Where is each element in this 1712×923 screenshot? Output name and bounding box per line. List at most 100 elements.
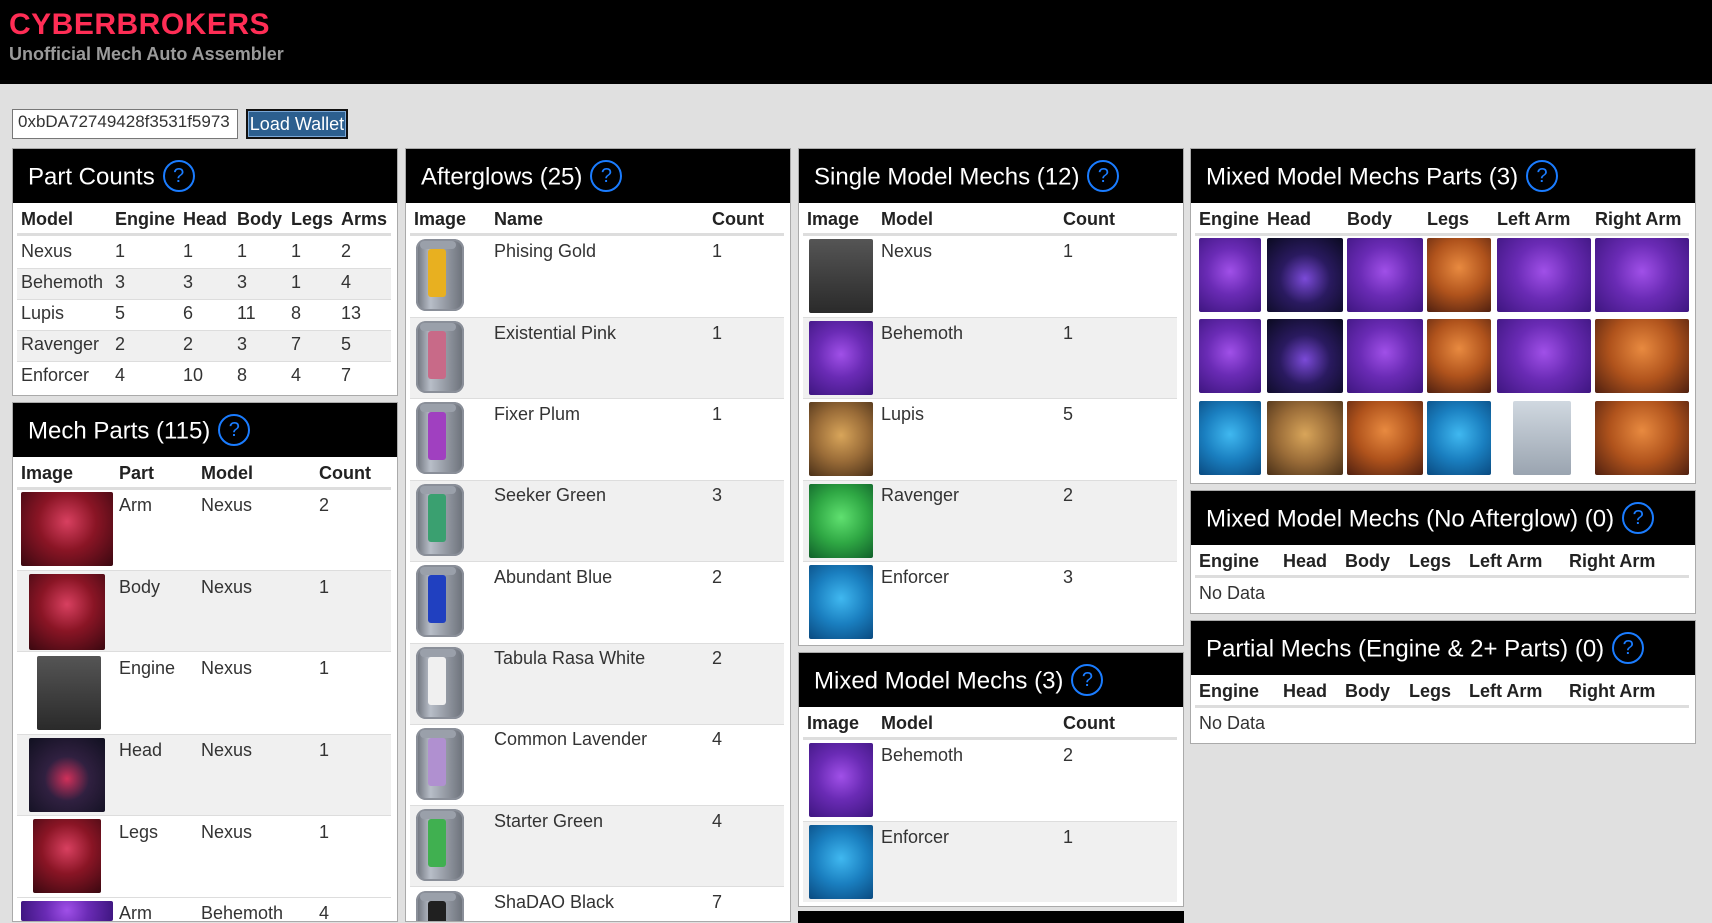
part-count: 4: [319, 903, 330, 922]
table-cell: Behemoth: [21, 272, 104, 292]
col-header: Right Arm: [1569, 551, 1656, 571]
table-cell: 2: [115, 334, 126, 354]
afterglow-image: [416, 809, 464, 881]
table-cell: 8: [237, 365, 248, 385]
table-cell: 4: [115, 365, 126, 385]
table-cell: 1: [291, 272, 302, 292]
help-icon[interactable]: ?: [218, 414, 251, 446]
left-arm-image: [1513, 401, 1571, 475]
afterglow-count: 2: [712, 648, 723, 668]
mech-image: [809, 239, 873, 313]
mech-count: 2: [1063, 485, 1074, 505]
part-count: 1: [319, 658, 330, 678]
col-header: Model: [21, 209, 73, 229]
load-wallet-button[interactable]: Load Wallet: [246, 109, 348, 139]
col-header: Part: [119, 463, 155, 483]
col-header: Count: [1063, 713, 1115, 733]
table-cell: 5: [115, 303, 126, 323]
col-header: Engine: [115, 209, 176, 229]
mixed-no-afterglow-title: Mixed Model Mechs (No Afterglow) (0): [1206, 505, 1615, 533]
col-header: Name: [494, 209, 544, 229]
right-arm-image: [1595, 238, 1689, 312]
col-header: Image: [21, 463, 74, 483]
mixed-parts-title: Mixed Model Mechs Parts (3): [1206, 163, 1519, 191]
afterglow-name: Abundant Blue: [494, 567, 613, 587]
part-model: Nexus: [201, 495, 253, 515]
help-icon[interactable]: ?: [162, 160, 195, 192]
afterglows-title: Afterglows (25): [421, 163, 583, 191]
mech-count: 1: [1063, 827, 1074, 847]
help-icon[interactable]: ?: [1622, 502, 1655, 534]
help-icon[interactable]: ?: [1612, 632, 1645, 664]
afterglow-name: Starter Green: [494, 811, 604, 831]
wallet-address-input[interactable]: 0xbDA72749428f3531f5973: [12, 109, 238, 139]
help-icon[interactable]: ?: [590, 160, 623, 192]
help-icon[interactable]: ?: [1071, 664, 1104, 696]
col-header: Image: [807, 209, 860, 229]
afterglows-panel: Afterglows (25)? Image Name Count Phisin…: [405, 148, 791, 922]
mech-count: 1: [1063, 241, 1074, 261]
table-cell: 2: [183, 334, 194, 354]
left-arm-image: [1497, 319, 1591, 393]
col-header: Body: [1345, 551, 1390, 571]
col-header: Head: [1283, 551, 1328, 571]
table-cell: 3: [237, 334, 248, 354]
part-count: 1: [319, 822, 330, 842]
afterglow-image: [416, 484, 464, 556]
body-image: [1347, 238, 1423, 312]
table-cell: 11: [237, 303, 256, 323]
single-model-mechs-panel: Single Model Mechs (12)? Image Model Cou…: [798, 148, 1184, 646]
table-cell: 8: [291, 303, 302, 323]
col-header: Engine: [1199, 681, 1260, 701]
mech-model: Nexus: [881, 241, 933, 261]
col-header: Head: [1267, 209, 1312, 229]
table-cell: 10: [183, 365, 204, 385]
mech-count: 2: [1063, 745, 1074, 765]
table-cell: 1: [183, 241, 194, 261]
col-header: Body: [1347, 209, 1392, 229]
part-counts-title: Part Counts: [28, 163, 155, 191]
col-header: Right Arm: [1595, 209, 1682, 229]
mech-count: 5: [1063, 404, 1074, 424]
help-icon[interactable]: ?: [1087, 160, 1120, 192]
afterglow-image: [416, 565, 464, 637]
part-image: [29, 574, 105, 650]
partial-mechs-panel: Partial Mechs (Engine & 2+ Parts) (0)? E…: [1190, 620, 1696, 744]
part-model: Nexus: [201, 822, 253, 842]
body-image: [1347, 319, 1423, 393]
afterglow-image: [416, 647, 464, 719]
part-name: Engine: [119, 658, 176, 678]
mech-image: [809, 743, 873, 817]
afterglow-image: [416, 239, 464, 311]
col-header: Legs: [291, 209, 334, 229]
mech-model: Ravenger: [881, 485, 960, 505]
table-cell: 4: [291, 365, 302, 385]
col-header: Body: [237, 209, 282, 229]
col-header: Image: [414, 209, 467, 229]
col-header: Count: [712, 209, 764, 229]
table-cell: Enforcer: [21, 365, 90, 385]
right-arm-image: [1595, 319, 1689, 393]
empty-state: No Data: [1199, 583, 1266, 603]
part-image: [29, 738, 105, 812]
mech-model: Enforcer: [881, 827, 950, 847]
part-model: Behemoth: [201, 903, 284, 922]
mech-parts-panel: Mech Parts (115)? Image Part Model Count…: [12, 402, 398, 922]
col-header: Head: [183, 209, 228, 229]
right-arm-image: [1595, 401, 1689, 475]
mech-count: 1: [1063, 323, 1074, 343]
part-count: 1: [319, 577, 330, 597]
mech-image: [809, 402, 873, 476]
brand-subtitle: Unofficial Mech Auto Assembler: [9, 44, 284, 64]
mixed-parts-panel: Mixed Model Mechs Parts (3)? Engine Head…: [1190, 148, 1696, 484]
col-header: Model: [201, 463, 253, 483]
afterglow-count: 3: [712, 485, 723, 505]
table-cell: Lupis: [21, 303, 65, 323]
help-icon[interactable]: ?: [1526, 160, 1559, 192]
part-model: Nexus: [201, 658, 253, 678]
afterglow-count: 7: [712, 892, 723, 912]
col-header: Left Arm: [1469, 681, 1543, 701]
afterglow-count: 1: [712, 323, 723, 343]
afterglow-count: 2: [712, 567, 723, 587]
mech-parts-title: Mech Parts (115): [28, 417, 211, 445]
